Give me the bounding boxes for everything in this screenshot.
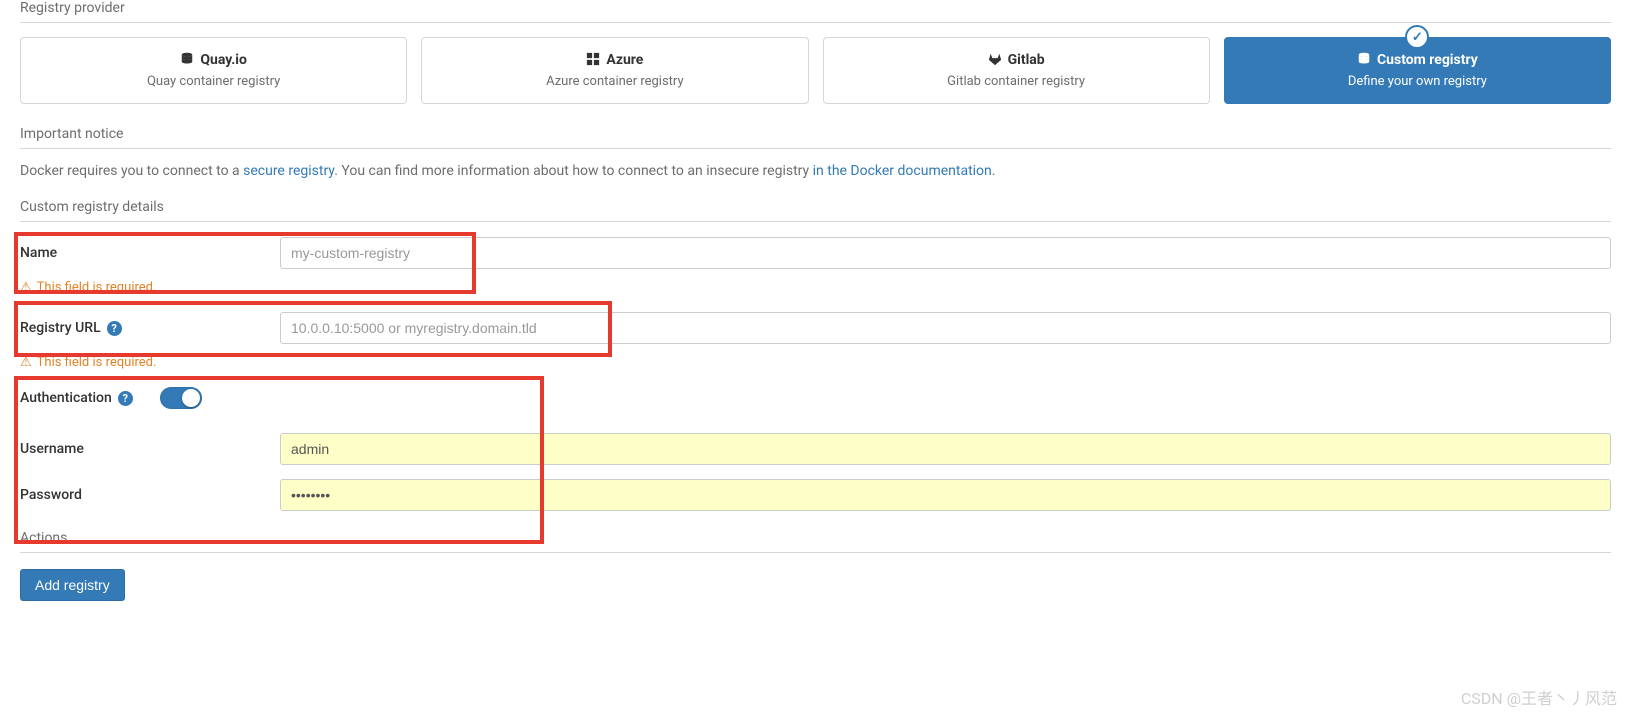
- provider-cards-row: Quay.io Quay container registry Azure Az…: [20, 37, 1611, 104]
- provider-subtitle: Quay container registry: [29, 74, 398, 89]
- row-authentication: Authentication ?: [20, 380, 1611, 416]
- warning-icon: ⚠: [20, 355, 32, 370]
- provider-card-custom[interactable]: ✓ Custom registry Define your own regist…: [1224, 37, 1611, 104]
- provider-card-azure[interactable]: Azure Azure container registry: [421, 37, 808, 104]
- provider-card-gitlab[interactable]: Gitlab Gitlab container registry: [823, 37, 1210, 104]
- section-actions: Actions: [20, 530, 1611, 553]
- link-secure-registry[interactable]: secure registry: [243, 163, 334, 179]
- database-icon: [1357, 52, 1371, 68]
- database-icon: [180, 52, 194, 68]
- provider-title: Gitlab: [1008, 52, 1045, 68]
- registry-url-input[interactable]: [280, 312, 1611, 344]
- name-input[interactable]: [280, 237, 1611, 269]
- check-circle-icon: ✓: [1405, 25, 1429, 49]
- authentication-toggle[interactable]: [160, 387, 202, 409]
- provider-card-quay[interactable]: Quay.io Quay container registry: [20, 37, 407, 104]
- help-icon[interactable]: ?: [118, 391, 133, 406]
- link-docker-docs[interactable]: in the Docker documentation: [813, 163, 992, 179]
- provider-subtitle: Gitlab container registry: [832, 74, 1201, 89]
- provider-title: Quay.io: [200, 52, 247, 68]
- error-url: ⚠ This field is required.: [20, 355, 1611, 370]
- add-registry-button[interactable]: Add registry: [20, 569, 125, 601]
- password-input[interactable]: [280, 479, 1611, 511]
- label-name: Name: [20, 245, 280, 261]
- azure-icon: [586, 52, 600, 68]
- warning-icon: ⚠: [20, 280, 32, 295]
- row-name: Name: [20, 230, 1611, 276]
- provider-title: Custom registry: [1377, 52, 1478, 68]
- label-registry-url: Registry URL ?: [20, 320, 280, 336]
- label-password: Password: [20, 487, 280, 503]
- watermark-text: CSDN @王者丶丿风范: [1461, 685, 1617, 709]
- row-password: Password: [20, 472, 1611, 518]
- row-username: Username: [20, 426, 1611, 472]
- help-icon[interactable]: ?: [107, 321, 122, 336]
- provider-subtitle: Define your own registry: [1233, 74, 1602, 89]
- username-input[interactable]: [280, 433, 1611, 465]
- error-name: ⚠ This field is required.: [20, 280, 1611, 295]
- provider-title: Azure: [606, 52, 643, 68]
- section-registry-provider: Registry provider: [20, 0, 1611, 23]
- section-important-notice: Important notice: [20, 126, 1611, 149]
- notice-text: Docker requires you to connect to a secu…: [20, 163, 1611, 179]
- label-username: Username: [20, 441, 280, 457]
- gitlab-icon: [988, 52, 1002, 68]
- label-authentication: Authentication ?: [20, 390, 160, 406]
- row-registry-url: Registry URL ?: [20, 305, 1611, 351]
- section-registry-details: Custom registry details: [20, 199, 1611, 222]
- provider-subtitle: Azure container registry: [430, 74, 799, 89]
